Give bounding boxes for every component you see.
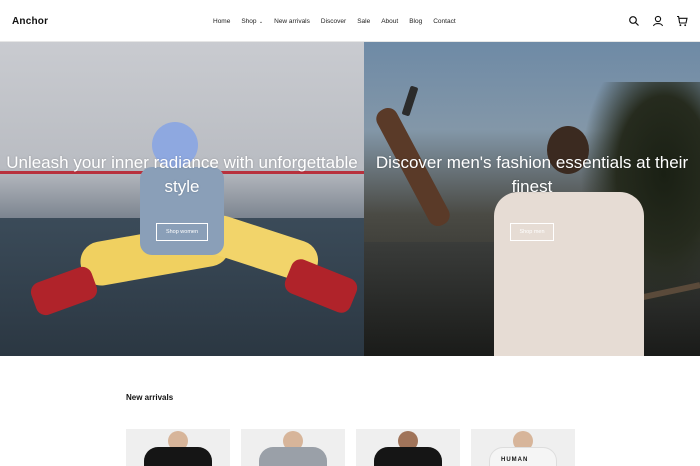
cart-icon[interactable] bbox=[676, 14, 688, 27]
nav-discover[interactable]: Discover bbox=[321, 18, 346, 25]
nav-contact[interactable]: Contact bbox=[433, 18, 455, 25]
hero-women-title: Unleash your inner radiance with unforge… bbox=[6, 153, 358, 196]
hero-women-panel[interactable]: Unleash your inner radiance with unforge… bbox=[0, 42, 364, 356]
shop-men-button[interactable]: Shop men bbox=[510, 223, 554, 241]
shop-women-button[interactable]: Shop women bbox=[156, 223, 208, 241]
product-card[interactable] bbox=[241, 429, 345, 466]
product-image bbox=[374, 447, 442, 466]
site-header: Anchor Home Shop ⌄ New arrivals Discover… bbox=[0, 0, 700, 42]
product-grid: HUMAN bbox=[126, 429, 575, 466]
hero-men-title: Discover men's fashion essentials at the… bbox=[375, 153, 689, 196]
new-arrivals-heading: New arrivals bbox=[126, 393, 174, 402]
nav-blog[interactable]: Blog bbox=[409, 18, 422, 25]
user-icon[interactable] bbox=[652, 14, 664, 27]
nav-about[interactable]: About bbox=[381, 18, 398, 25]
product-image bbox=[259, 447, 327, 466]
shirt-print-text: HUMAN bbox=[501, 457, 529, 463]
product-image bbox=[144, 447, 212, 466]
header-actions bbox=[628, 14, 688, 27]
nav-shop-label: Shop bbox=[241, 18, 257, 25]
product-card[interactable]: HUMAN bbox=[471, 429, 575, 466]
product-card[interactable] bbox=[356, 429, 460, 466]
nav-shop[interactable]: Shop ⌄ bbox=[241, 18, 263, 25]
hero-banner: Unleash your inner radiance with unforge… bbox=[0, 42, 700, 356]
model-torso bbox=[494, 192, 644, 356]
hero-men-panel[interactable]: Discover men's fashion essentials at the… bbox=[364, 42, 700, 356]
main-nav: Home Shop ⌄ New arrivals Discover Sale A… bbox=[213, 18, 467, 25]
product-card[interactable] bbox=[126, 429, 230, 466]
nav-sale[interactable]: Sale bbox=[357, 18, 370, 25]
brand-logo[interactable]: Anchor bbox=[12, 16, 48, 27]
search-icon[interactable] bbox=[628, 14, 640, 26]
nav-home[interactable]: Home bbox=[213, 18, 230, 25]
chevron-down-icon: ⌄ bbox=[257, 19, 264, 25]
nav-new-arrivals[interactable]: New arrivals bbox=[274, 18, 310, 25]
